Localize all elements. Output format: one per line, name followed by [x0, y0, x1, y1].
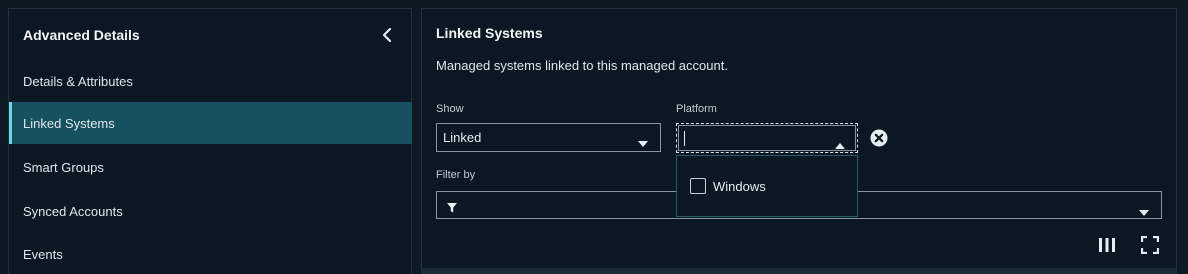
columns-button[interactable]: [1096, 236, 1118, 258]
platform-combobox[interactable]: [676, 123, 858, 153]
columns-icon: [1098, 237, 1116, 258]
sidebar-item-label: Events: [23, 246, 63, 262]
filter-funnel-icon: [447, 200, 457, 218]
panel-title: Advanced Details: [23, 27, 140, 43]
fullscreen-button[interactable]: [1139, 235, 1161, 259]
clear-platform-button[interactable]: [869, 128, 889, 148]
sidebar-item-label: Smart Groups: [23, 159, 104, 175]
fullscreen-icon: [1140, 235, 1160, 259]
linked-systems-panel: Linked Systems Managed systems linked to…: [421, 8, 1177, 270]
sidebar-item-linked-systems[interactable]: Linked Systems: [9, 102, 412, 144]
sidebar-item-synced-accounts[interactable]: Synced Accounts: [9, 190, 412, 232]
section-description: Managed systems linked to this managed a…: [436, 58, 728, 73]
sidebar-item-label: Details & Attributes: [23, 73, 133, 89]
sidebar-item-details-attributes[interactable]: Details & Attributes: [9, 60, 412, 102]
show-select[interactable]: Linked: [436, 123, 661, 152]
advanced-details-panel: Advanced Details Details & Attributes Li…: [8, 8, 412, 274]
sidebar-item-label: Synced Accounts: [23, 203, 123, 219]
sidebar-item-events[interactable]: Events: [9, 233, 412, 274]
caret-up-icon: [835, 136, 845, 154]
show-select-value: Linked: [443, 130, 482, 145]
text-cursor: [684, 131, 685, 146]
platform-dropdown: Windows: [676, 155, 858, 217]
section-title: Linked Systems: [436, 25, 543, 41]
chevron-left-icon: [382, 27, 392, 48]
option-label: Windows: [713, 178, 766, 194]
show-label: Show: [436, 103, 464, 115]
filter-label: Filter by: [436, 169, 476, 181]
platform-label: Platform: [676, 103, 717, 115]
caret-down-icon: [638, 135, 648, 150]
platform-option-windows[interactable]: Windows: [690, 178, 766, 194]
collapse-button[interactable]: [377, 27, 397, 47]
sidebar-item-smart-groups[interactable]: Smart Groups: [9, 146, 412, 188]
clear-circle-icon: [869, 129, 889, 152]
caret-down-icon: [1139, 203, 1149, 221]
panel-bottom-strip: [421, 268, 1177, 274]
sidebar-item-label: Linked Systems: [23, 115, 115, 131]
checkbox[interactable]: [690, 178, 706, 194]
